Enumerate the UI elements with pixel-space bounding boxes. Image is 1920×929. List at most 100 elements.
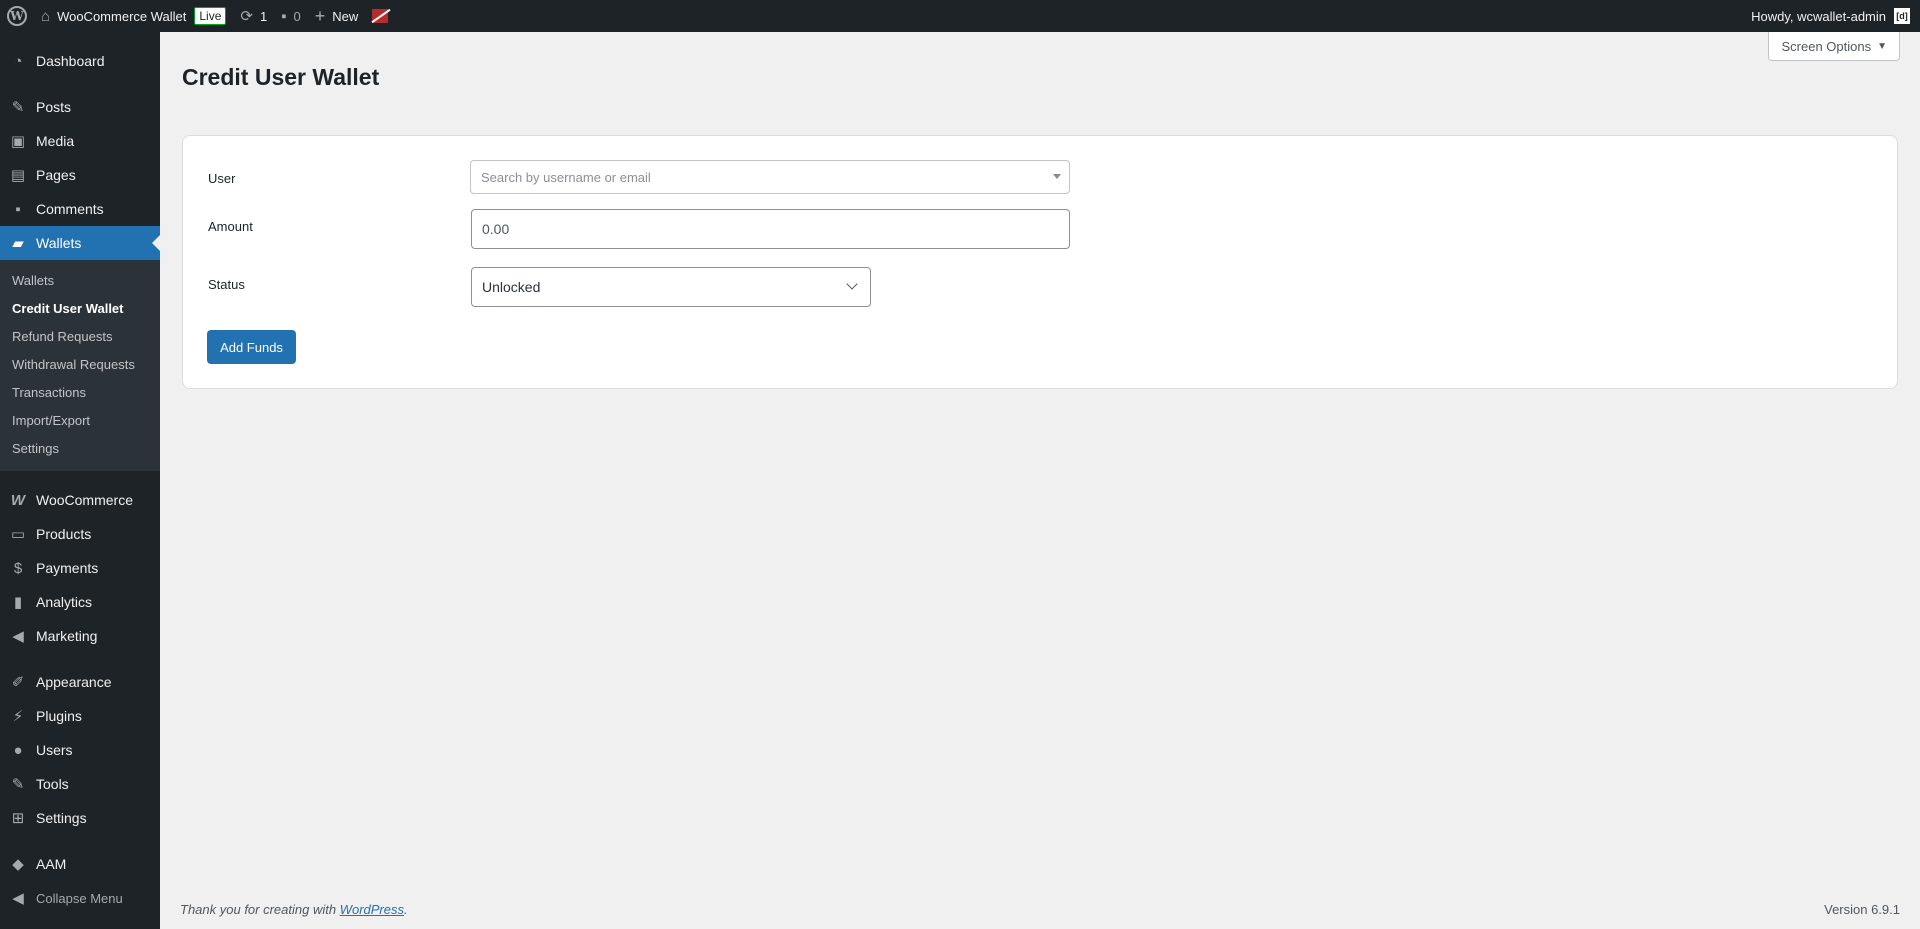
sidebar-item-pages[interactable]: ▤ Pages bbox=[0, 158, 160, 192]
sidebar-item-label: Analytics bbox=[36, 594, 93, 610]
submenu-item-import-export[interactable]: Import/Export bbox=[0, 407, 160, 435]
submenu-item-wallets[interactable]: Wallets bbox=[0, 267, 160, 295]
sidebar-item-wallets[interactable]: ▰ Wallets bbox=[0, 226, 160, 260]
collapse-menu-button[interactable]: ◀ Collapse Menu bbox=[0, 881, 160, 915]
caret-down-icon bbox=[1053, 174, 1061, 179]
sidebar-item-label: Media bbox=[36, 133, 75, 149]
submenu-item-withdrawal-requests[interactable]: Withdrawal Requests bbox=[0, 351, 160, 379]
sidebar-item-label: WooCommerce bbox=[36, 492, 133, 508]
home-icon: ⌂ bbox=[41, 7, 51, 25]
dollar-icon: $ bbox=[13, 559, 23, 577]
menu-separator bbox=[0, 78, 160, 90]
submenu-item-refund-requests[interactable]: Refund Requests bbox=[0, 323, 160, 351]
sidebar-item-label: AAM bbox=[36, 856, 67, 872]
plugin-icon: ⚡ bbox=[12, 708, 24, 725]
sidebar-item-tools[interactable]: ✎ Tools bbox=[0, 767, 160, 801]
sidebar-item-label: Payments bbox=[36, 560, 99, 576]
new-content-link[interactable]: + New bbox=[308, 0, 366, 32]
sidebar-item-posts[interactable]: ✎ Posts bbox=[0, 90, 160, 124]
updates-icon: ⟳ bbox=[240, 8, 253, 25]
wordpress-logo-button[interactable]: W bbox=[0, 0, 34, 32]
sidebar-item-media[interactable]: ▣ Media bbox=[0, 124, 160, 158]
wordpress-link[interactable]: WordPress bbox=[340, 902, 404, 917]
sidebar-item-label: Appearance bbox=[36, 674, 112, 690]
screen-options-button[interactable]: Screen Options ▼ bbox=[1768, 32, 1900, 61]
comments-link[interactable]: ▪ 0 bbox=[274, 0, 308, 32]
amount-value: 0.00 bbox=[482, 221, 510, 237]
updates-count: 1 bbox=[259, 8, 268, 24]
admin-bar: W ⌂ WooCommerce Wallet Live ⟳ 1 ▪ 0 + Ne… bbox=[0, 0, 1920, 32]
sidebar-item-label: Comments bbox=[36, 201, 104, 217]
sidebar-item-marketing[interactable]: ◀ Marketing bbox=[0, 619, 160, 653]
live-badge: Live bbox=[194, 7, 227, 25]
dashboard-icon: ◔ bbox=[13, 52, 23, 70]
sidebar-item-plugins[interactable]: ⚡ Plugins bbox=[0, 699, 160, 733]
wrench-icon: ✎ bbox=[11, 776, 25, 793]
notification-off-icon bbox=[372, 9, 389, 23]
status-label: Status bbox=[208, 277, 245, 292]
version-text: Version 6.9.1 bbox=[1824, 902, 1900, 917]
sidebar-item-label: Products bbox=[36, 526, 92, 542]
sliders-icon: ⊞ bbox=[11, 810, 25, 827]
woocommerce-icon: W bbox=[10, 491, 26, 509]
credit-wallet-form: User Search by username or email Amount … bbox=[182, 135, 1898, 389]
status-value: Unlocked bbox=[482, 279, 541, 295]
chart-icon: ▮ bbox=[13, 594, 23, 611]
account-menu[interactable]: Howdy, wcwallet-admin [d] bbox=[1744, 0, 1920, 32]
sidebar-item-users[interactable]: ● Users bbox=[0, 733, 160, 767]
media-icon: ▣ bbox=[10, 133, 26, 150]
menu-separator bbox=[0, 471, 160, 483]
screen-options-label: Screen Options bbox=[1781, 38, 1872, 54]
amount-label: Amount bbox=[208, 219, 253, 234]
sidebar-item-label: Pages bbox=[36, 167, 76, 183]
sidebar-item-appearance[interactable]: ✐ Appearance bbox=[0, 665, 160, 699]
status-select[interactable]: Unlocked bbox=[471, 267, 871, 307]
caret-down-icon: ▼ bbox=[1877, 40, 1887, 52]
sidebar-item-products[interactable]: ▭ Products bbox=[0, 517, 160, 551]
aam-icon: ◆ bbox=[12, 856, 24, 873]
chevron-down-icon bbox=[846, 278, 858, 290]
sidebar-item-payments[interactable]: $ Payments bbox=[0, 551, 160, 585]
sidebar-item-analytics[interactable]: ▮ Analytics bbox=[0, 585, 160, 619]
megaphone-icon: ◀ bbox=[12, 628, 24, 645]
user-icon: ● bbox=[13, 741, 23, 759]
site-name-link[interactable]: ⌂ WooCommerce Wallet Live bbox=[34, 0, 233, 32]
submenu-item-settings[interactable]: Settings bbox=[0, 435, 160, 463]
site-name: WooCommerce Wallet bbox=[57, 8, 187, 24]
sidebar-item-label: Dashboard bbox=[36, 53, 105, 69]
wallets-submenu: Wallets Credit User Wallet Refund Reques… bbox=[0, 260, 160, 471]
footer-credit: Thank you for creating with WordPress. bbox=[180, 902, 408, 917]
sidebar-item-settings[interactable]: ⊞ Settings bbox=[0, 801, 160, 835]
sidebar-item-dashboard[interactable]: ◔ Dashboard bbox=[0, 44, 160, 78]
menu-separator bbox=[0, 835, 160, 847]
sidebar-item-aam[interactable]: ◆ AAM bbox=[0, 847, 160, 881]
sidebar-item-label: Users bbox=[36, 742, 73, 758]
sidebar-top-spacer bbox=[0, 32, 160, 44]
comments-count: 0 bbox=[293, 8, 301, 24]
sidebar-item-label: Settings bbox=[36, 810, 87, 826]
comments-icon: ▪ bbox=[15, 200, 21, 218]
plus-icon: + bbox=[314, 5, 326, 26]
page-title: Credit User Wallet bbox=[182, 64, 380, 90]
wordpress-logo-icon: W bbox=[7, 6, 27, 26]
howdy-text: Howdy, wcwallet-admin bbox=[1751, 8, 1886, 24]
archive-icon: ▭ bbox=[10, 526, 26, 543]
sidebar-item-label: Wallets bbox=[36, 235, 82, 251]
pages-icon: ▤ bbox=[10, 167, 26, 184]
amount-input[interactable]: 0.00 bbox=[471, 209, 1070, 249]
sidebar-item-label: Posts bbox=[36, 99, 72, 115]
new-label: New bbox=[332, 8, 359, 24]
collapse-arrow-icon: ◀ bbox=[12, 890, 24, 907]
notification-toggle[interactable] bbox=[365, 0, 395, 32]
avatar: [d] bbox=[1894, 8, 1910, 24]
sidebar-item-woocommerce[interactable]: W WooCommerce bbox=[0, 483, 160, 517]
user-search-select[interactable]: Search by username or email bbox=[470, 160, 1070, 194]
updates-link[interactable]: ⟳ 1 bbox=[233, 0, 274, 32]
pin-icon: ✎ bbox=[11, 99, 25, 116]
sidebar-item-label: Tools bbox=[36, 776, 69, 792]
add-funds-button[interactable]: Add Funds bbox=[207, 330, 296, 364]
sidebar-item-comments[interactable]: ▪ Comments bbox=[0, 192, 160, 226]
submenu-item-transactions[interactable]: Transactions bbox=[0, 379, 160, 407]
collapse-menu-label: Collapse Menu bbox=[36, 890, 123, 906]
submenu-item-credit-user-wallet[interactable]: Credit User Wallet bbox=[0, 295, 160, 323]
